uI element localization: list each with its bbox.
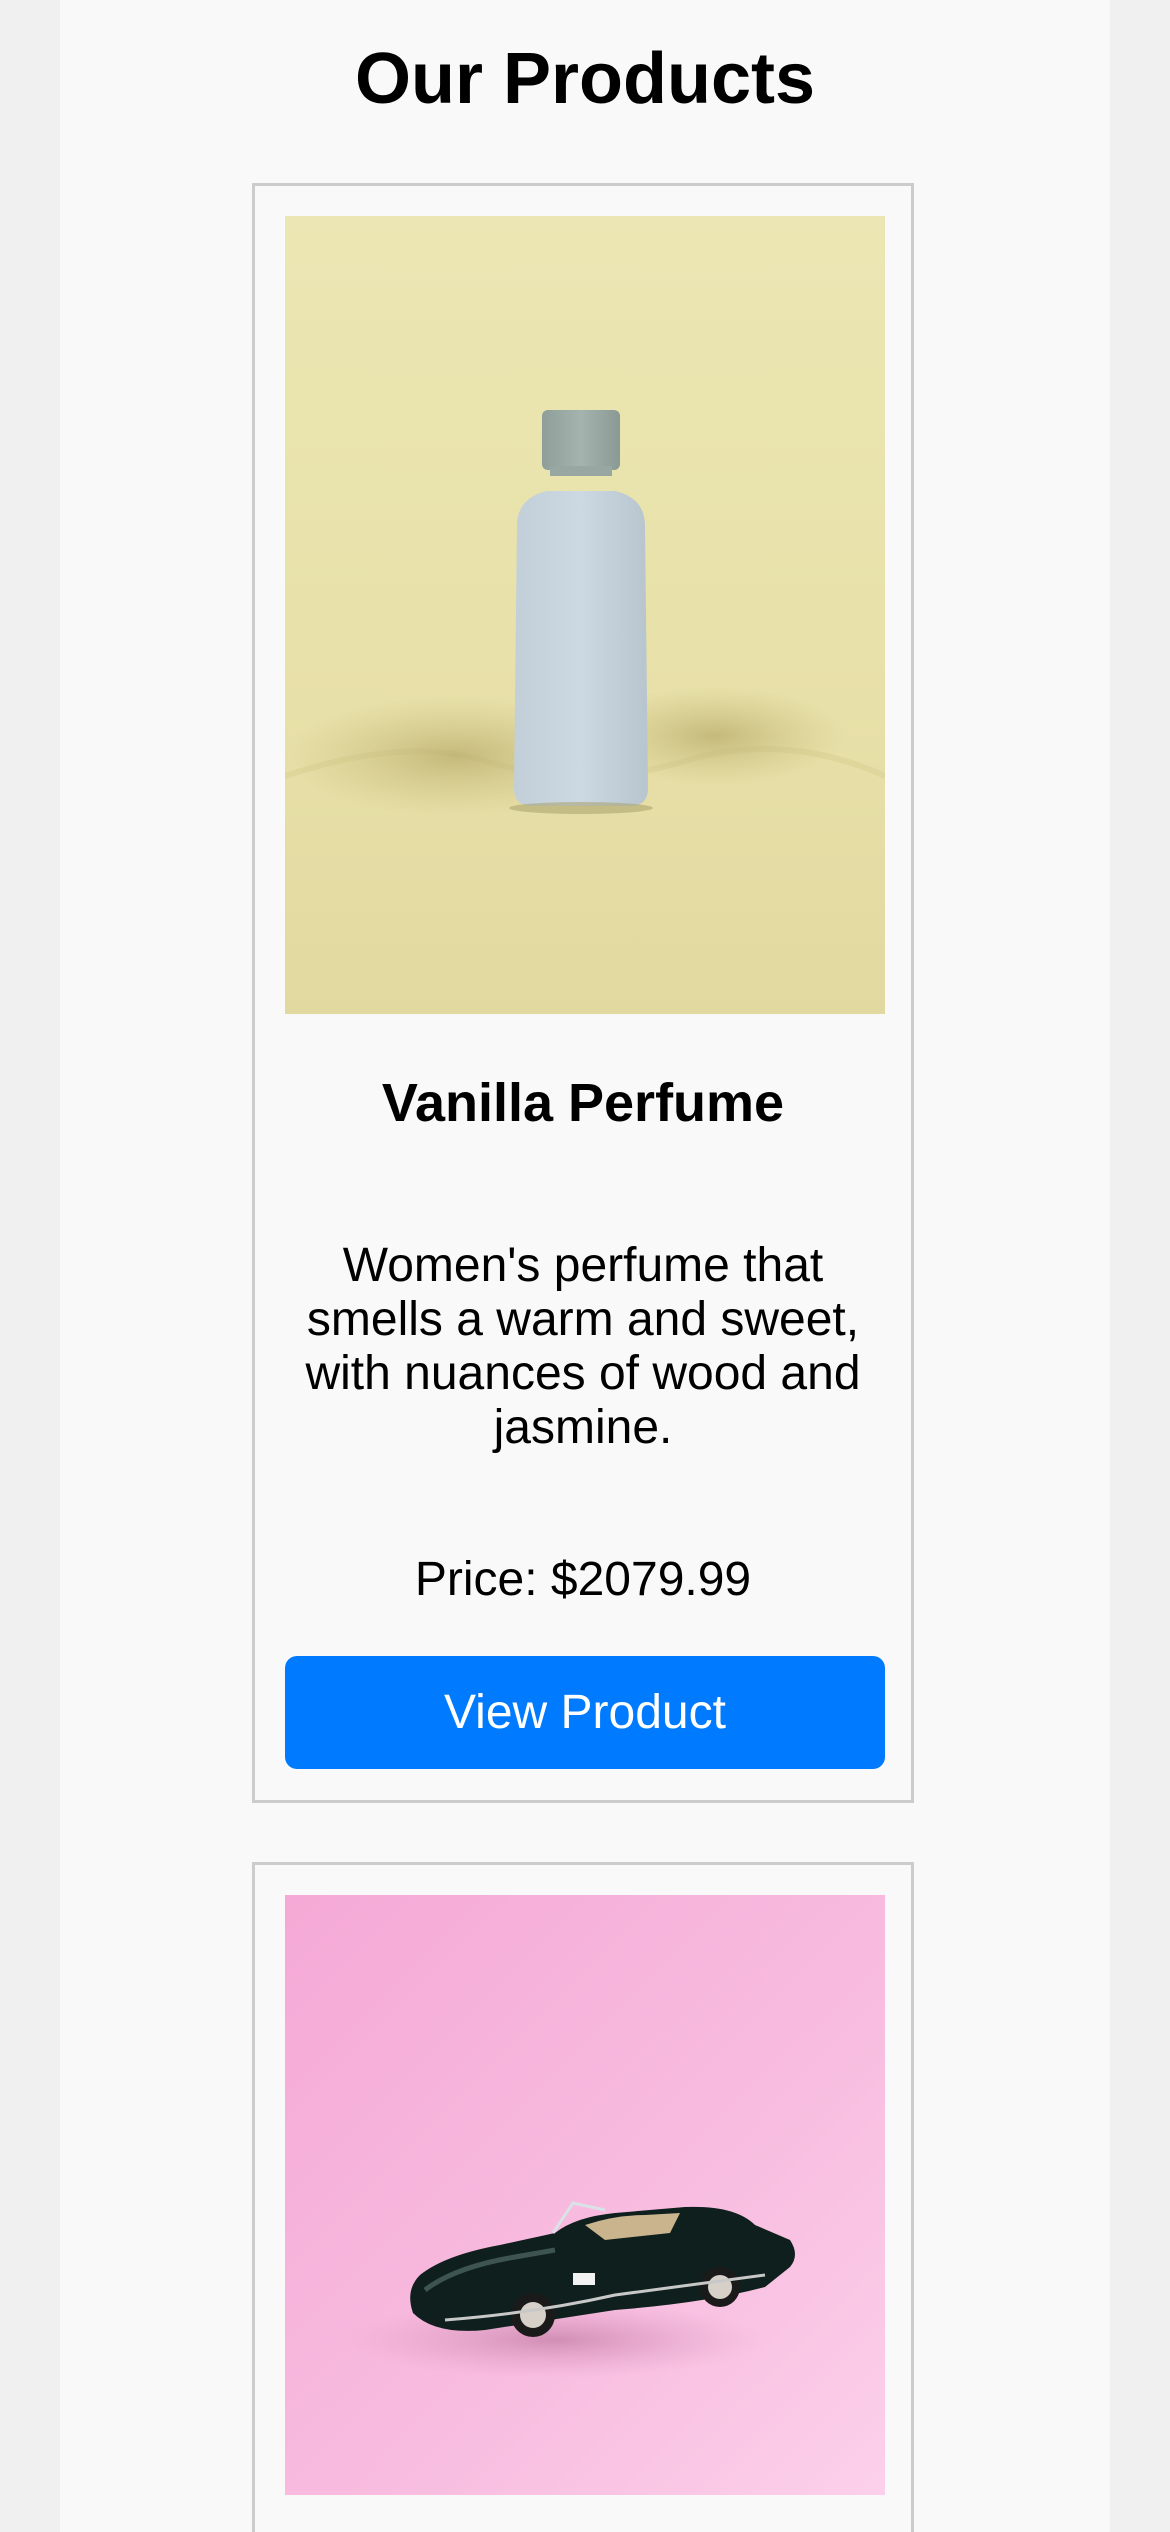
product-description: Women's perfume that smells a warm and s… bbox=[305, 1239, 861, 1454]
product-image[interactable] bbox=[285, 216, 885, 1014]
perfume-bottle-image bbox=[285, 216, 885, 1014]
product-image[interactable] bbox=[285, 1895, 885, 2495]
product-price: Price: $2079.99 bbox=[414, 1553, 752, 1606]
page-title: Our Products bbox=[354, 39, 816, 119]
view-product-button[interactable]: View Product bbox=[285, 1656, 885, 1769]
product-card: Vanilla Perfume Women's perfume that sme… bbox=[252, 183, 914, 1803]
products-page: Our Products Vanilla Perfume Women's per… bbox=[60, 0, 1110, 2532]
toy-car-image bbox=[285, 1895, 885, 2495]
product-card bbox=[252, 1862, 914, 2532]
product-name: Vanilla Perfume bbox=[381, 1073, 785, 1133]
